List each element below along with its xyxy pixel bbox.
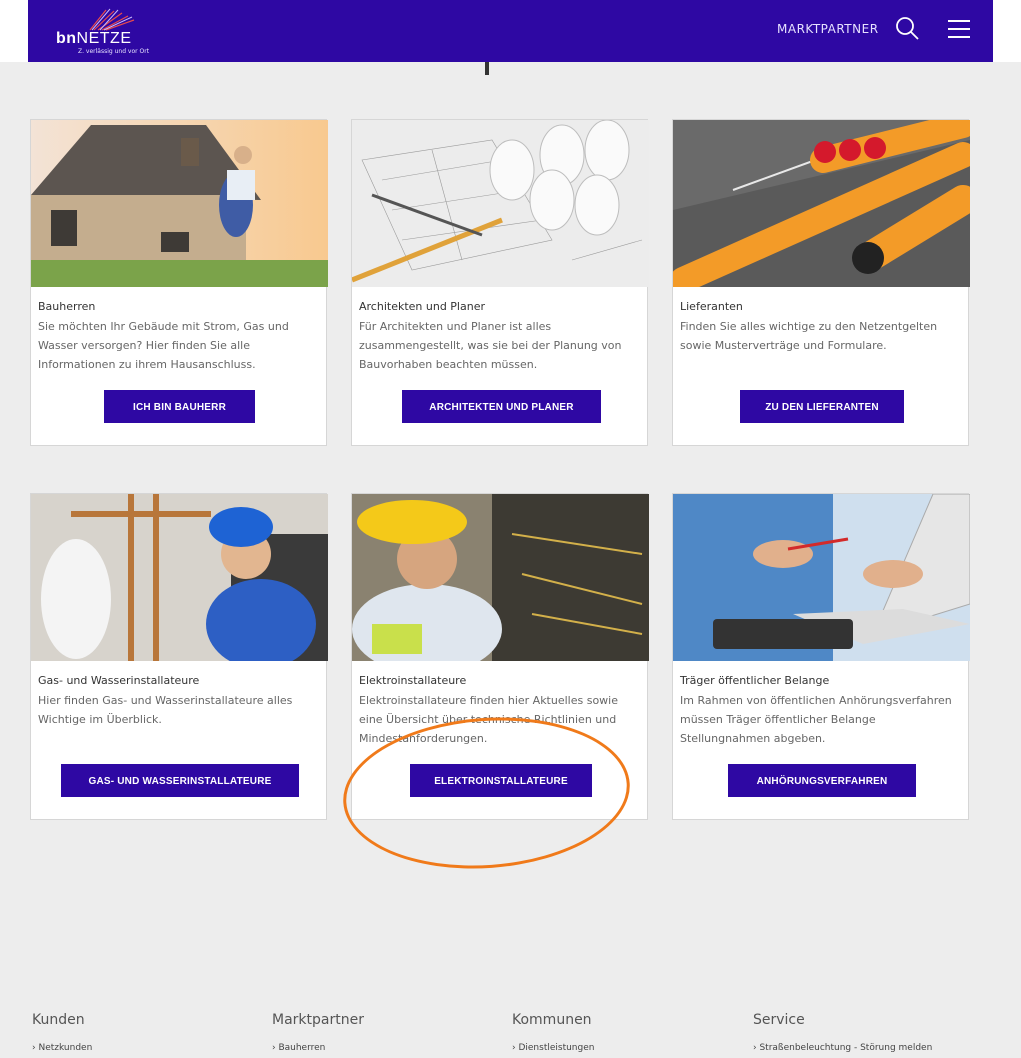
text-cursor-mark	[485, 62, 489, 75]
card-traeger: Träger öffentlicher Belange Im Rahmen vo…	[672, 493, 970, 820]
card-title: Architekten und Planer	[359, 300, 485, 313]
card-description: Finden Sie alles wichtige zu den Netzent…	[680, 320, 938, 352]
page-gutter-left	[0, 0, 28, 62]
logo-rays-icon	[89, 8, 135, 31]
card-image-elektro	[352, 494, 649, 661]
architekten-und-planer-button[interactable]: ARCHITEKTEN UND PLANER	[402, 390, 601, 423]
logo-wordmark: bnNETZE	[56, 30, 132, 47]
card-description: Hier finden Gas- und Wasserinstallateure…	[38, 694, 293, 726]
footer-heading-marktpartner: Marktpartner	[272, 1012, 364, 1028]
card-image-bauherren	[31, 120, 328, 287]
card-image-architekten	[352, 120, 649, 287]
card-architekten: Architekten und Planer Für Architekten u…	[351, 119, 649, 446]
site-header: bnNETZE Z. verlässig und vor Ort MARKTPA…	[28, 0, 993, 62]
card-gas-wasser: Gas- und Wasserinstallateure Hier finden…	[30, 493, 328, 820]
ich-bin-bauherr-button[interactable]: ICH BIN BAUHERR	[104, 390, 255, 423]
card-image-traeger	[673, 494, 970, 661]
card-title: Gas- und Wasserinstallateure	[38, 674, 200, 687]
footer-heading-service: Service	[753, 1012, 805, 1028]
card-image-lieferanten	[673, 120, 970, 287]
card-bauherren: Bauherren Sie möchten Ihr Gebäude mit St…	[30, 119, 328, 446]
card-lieferanten: Lieferanten Finden Sie alles wichtige zu…	[672, 119, 970, 446]
card-image-gas-wasser	[31, 494, 328, 661]
logo-tagline: Z. verlässig und vor Ort	[78, 48, 150, 55]
footer-link-bauherren[interactable]: › Bauherren	[272, 1043, 325, 1053]
footer-link-dienstleistungen[interactable]: › Dienstleistungen	[512, 1043, 594, 1053]
search-icon[interactable]	[894, 15, 920, 41]
footer-heading-kunden: Kunden	[32, 1012, 85, 1028]
card-title: Träger öffentlicher Belange	[680, 674, 830, 687]
card-description: Für Architekten und Planer ist alles zus…	[359, 320, 622, 371]
card-title: Lieferanten	[680, 300, 743, 313]
card-title: Bauherren	[38, 300, 96, 313]
card-title: Elektroinstallateure	[359, 674, 467, 687]
nav-link-marktpartner[interactable]: MARKTPARTNER	[777, 22, 879, 36]
hamburger-menu-icon[interactable]	[948, 20, 970, 38]
anhoerungsverfahren-button[interactable]: ANHÖRUNGSVERFAHREN	[728, 764, 916, 797]
footer-heading-kommunen: Kommunen	[512, 1012, 592, 1028]
bn-netze-logo[interactable]: bnNETZE Z. verlässig und vor Ort	[56, 8, 166, 55]
card-description: Sie möchten Ihr Gebäude mit Strom, Gas u…	[38, 320, 289, 371]
footer-link-netzkunden[interactable]: › Netzkunden	[32, 1043, 92, 1053]
footer-link-strassenbeleuchtung[interactable]: › Straßenbeleuchtung - Störung melden	[753, 1043, 932, 1053]
gas-und-wasserinstallateure-button[interactable]: GAS- UND WASSERINSTALLATEURE	[61, 764, 299, 797]
card-description: Im Rahmen von öffentlichen Anhörungsverf…	[680, 694, 952, 745]
zu-den-lieferanten-button[interactable]: ZU DEN LIEFERANTEN	[740, 390, 904, 423]
page-gutter-right	[993, 0, 1021, 62]
